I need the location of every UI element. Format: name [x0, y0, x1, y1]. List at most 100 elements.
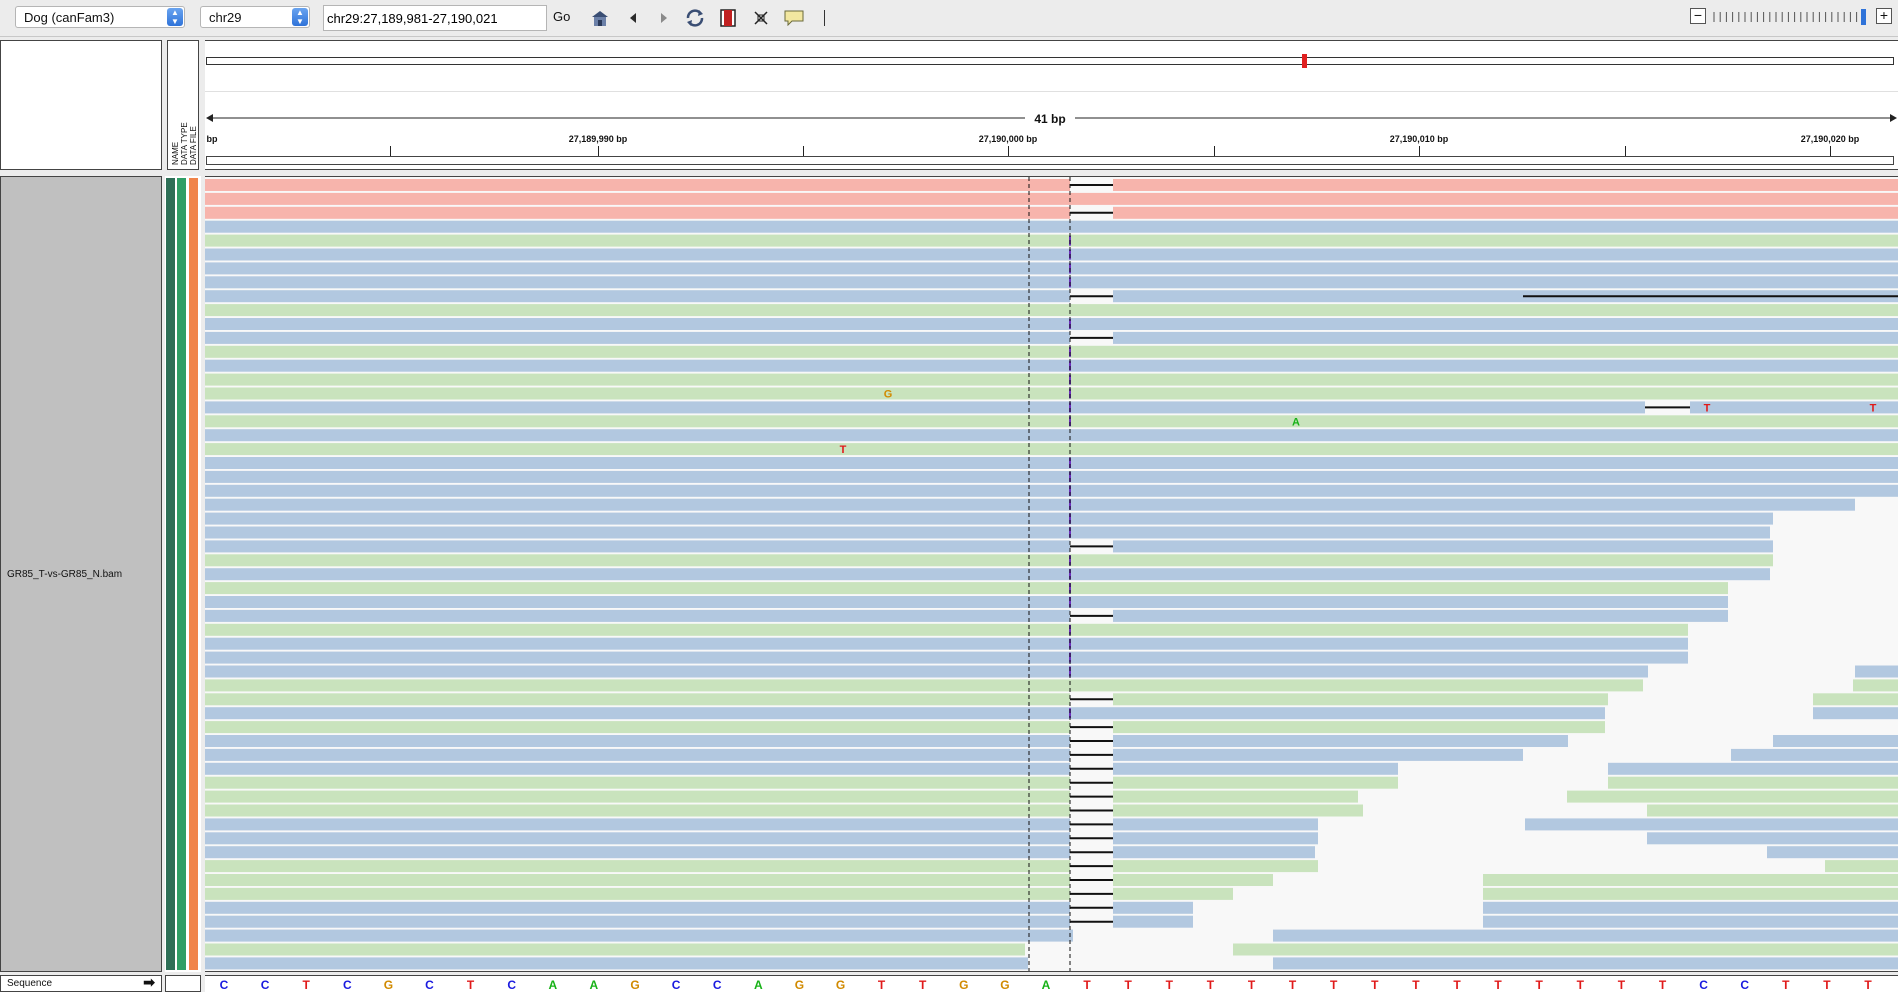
sequence-base: T [1288, 978, 1297, 992]
read-segment [1483, 901, 1898, 914]
data-attribute-panel [165, 176, 201, 972]
read-segment [205, 679, 1643, 692]
read-segment [1647, 832, 1898, 845]
read-segment [1113, 818, 1318, 831]
read-segment [1113, 887, 1233, 900]
read-segment [205, 457, 1898, 469]
sequence-base: T [1576, 978, 1584, 992]
sequence-base: T [1823, 978, 1831, 992]
read-segment [205, 234, 1898, 247]
sequence-base: G [959, 978, 969, 992]
sequence-base: G [794, 978, 805, 992]
read-segment [205, 554, 1773, 567]
zoom-control[interactable]: − + [1690, 8, 1896, 26]
sequence-base: T [1535, 978, 1543, 992]
strand-arrow-icon[interactable]: ➡ [143, 974, 155, 991]
read-segment [1113, 735, 1568, 747]
read-segment [1483, 915, 1898, 928]
read-segment [1113, 915, 1193, 928]
ruler-tick [1419, 146, 1420, 156]
read-segment [1273, 929, 1898, 942]
ruler-tick-label: 27,189,990 bp [568, 134, 628, 144]
read-segment [205, 693, 1070, 706]
read-segment [1113, 331, 1898, 344]
mismatch-base: G [884, 389, 893, 401]
sequence-base: T [1083, 978, 1091, 992]
sequence-base: G [1000, 978, 1010, 992]
read-segment [205, 887, 1070, 900]
read-segment [1855, 665, 1898, 678]
read-segment [1113, 179, 1898, 191]
alignment-reads-canvas[interactable]: G T T A T [205, 177, 1898, 972]
attr-name-color[interactable] [166, 178, 175, 970]
attr-header-data-file[interactable]: DATA FILE [189, 126, 198, 165]
sequence-base: C [219, 978, 229, 992]
read-segment [205, 304, 1898, 317]
read-segment [205, 276, 1898, 289]
sequence-base: T [1782, 978, 1790, 992]
chromosome-dropdown[interactable]: chr29 ▲ ▼ [200, 6, 310, 28]
read-segment [205, 790, 1070, 803]
sequence-base: T [1330, 978, 1338, 992]
sequence-attribute-cell [165, 975, 201, 992]
sequence-base: T [466, 978, 475, 992]
read-segment [205, 512, 1773, 525]
zoom-in-button[interactable]: + [1876, 8, 1892, 24]
alignment-track[interactable]: G T T A T [205, 176, 1898, 972]
read-segment [1113, 804, 1363, 817]
home-icon[interactable] [589, 7, 611, 29]
popup-info-icon[interactable] [783, 7, 805, 29]
read-segment [205, 373, 1898, 386]
name-header-panel [0, 40, 162, 170]
locus-field[interactable] [323, 5, 547, 31]
read-segment [1690, 401, 1898, 414]
read-segment [1813, 693, 1898, 706]
attr-data-file-color[interactable] [189, 178, 198, 970]
read-segment [205, 401, 1645, 414]
ruler-edge-label: bp [206, 134, 218, 144]
read-segment [205, 387, 1898, 400]
read-segment [1113, 776, 1398, 789]
sequence-track-name[interactable]: Sequence ➡ [0, 974, 162, 992]
attr-header-data-type[interactable]: DATA TYPE [180, 122, 189, 165]
resize-icon[interactable] [750, 7, 772, 29]
sequence-base: C [671, 978, 681, 992]
read-segment [205, 262, 1898, 275]
attr-data-type-color[interactable] [177, 178, 186, 970]
zoom-out-button[interactable]: − [1690, 8, 1706, 24]
read-segment [205, 748, 1070, 761]
toolbar: Dog (canFam3) ▲▼ chr29 ▲▼ Go − + [0, 0, 1898, 37]
go-button[interactable]: Go [553, 9, 570, 24]
sequence-base: C [260, 978, 270, 992]
read-segment [205, 582, 1728, 595]
forward-arrow-icon[interactable] [653, 7, 675, 29]
read-segment [1113, 748, 1523, 761]
read-segment [205, 915, 1070, 928]
read-segment [1113, 290, 1523, 303]
sequence-track[interactable]: CCTCGCTCAAGCCAGGTTGGATTTTTTTTTTTTTTTCCTT… [205, 975, 1898, 992]
region-of-interest-icon[interactable] [717, 7, 739, 29]
zoom-slider-track[interactable] [1712, 9, 1872, 25]
ruler-panel[interactable]: 41 bp bp 27,189,990 bp 27,190,000 bp 27,… [205, 40, 1898, 170]
read-segment [205, 248, 1898, 261]
read-segment [205, 220, 1898, 233]
read-segment [1813, 707, 1898, 720]
attr-header-name[interactable]: NAME [171, 142, 180, 165]
track-name[interactable]: GR85_T-vs-GR85_N.bam [7, 569, 122, 580]
read-segment [1483, 874, 1898, 886]
data-names-panel[interactable]: GR85_T-vs-GR85_N.bam [0, 176, 162, 972]
read-segment [1853, 679, 1898, 692]
locus-input[interactable] [327, 11, 542, 26]
ruler-tick [1625, 146, 1626, 156]
read-segment [205, 762, 1070, 775]
read-segment [205, 804, 1070, 817]
chromosome-ideogram[interactable] [206, 57, 1894, 65]
sequence-base: A [589, 978, 599, 992]
read-segment [1233, 943, 1898, 956]
refresh-icon[interactable] [684, 7, 706, 29]
back-arrow-icon[interactable] [622, 7, 644, 29]
genome-dropdown[interactable]: Dog (canFam3) ▲ ▼ [15, 6, 185, 28]
sequence-base: C [342, 978, 352, 992]
read-segment [1113, 874, 1273, 886]
sequence-base: C [507, 978, 517, 992]
